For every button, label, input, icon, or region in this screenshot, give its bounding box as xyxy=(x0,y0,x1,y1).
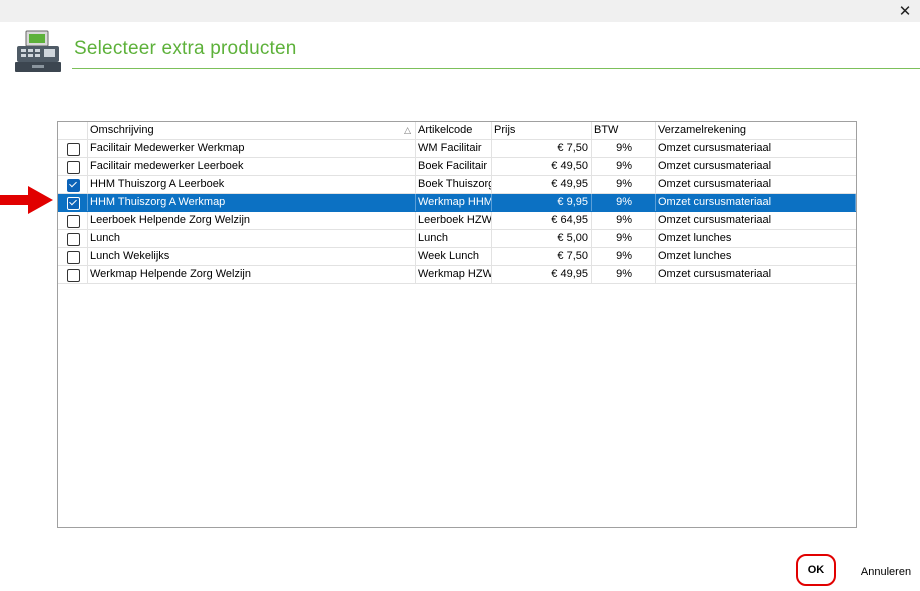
close-icon: ✕ xyxy=(898,3,912,20)
row-check-cell xyxy=(58,194,88,211)
cell-btw: 9% xyxy=(592,230,656,247)
cell-artikelcode: Werkmap HHM xyxy=(416,194,492,211)
cell-btw: 9% xyxy=(592,212,656,229)
cell-prijs: € 49,95 xyxy=(492,266,592,283)
table-row[interactable]: Facilitair medewerker Leerboek Boek Facil… xyxy=(58,158,856,176)
cell-artikelcode: Week Lunch xyxy=(416,248,492,265)
cell-omschrijving: HHM Thuiszorg A Leerboek xyxy=(88,176,416,193)
cell-omschrijving: Facilitair Medewerker Werkmap xyxy=(88,140,416,157)
cell-omschrijving: Werkmap Helpende Zorg Welzijn xyxy=(88,266,416,283)
cell-btw: 9% xyxy=(592,140,656,157)
cell-prijs: € 9,95 xyxy=(492,194,592,211)
table-row[interactable]: Lunch Lunch € 5,00 9% Omzet lunches xyxy=(58,230,856,248)
header-divider xyxy=(72,68,920,69)
table-row[interactable]: HHM Thuiszorg A Werkmap Werkmap HHM € 9,95… xyxy=(58,194,856,212)
row-checkbox[interactable] xyxy=(67,215,80,228)
sort-ascending-icon: △ xyxy=(404,125,411,135)
cell-artikelcode: WM Facilitair xyxy=(416,140,492,157)
cell-artikelcode: Werkmap HZW xyxy=(416,266,492,283)
cell-btw: 9% xyxy=(592,266,656,283)
row-checkbox[interactable] xyxy=(67,233,80,246)
cell-prijs: € 5,00 xyxy=(492,230,592,247)
title-bar: ✕ xyxy=(0,0,920,22)
cell-omschrijving: Lunch xyxy=(88,230,416,247)
row-checkbox[interactable] xyxy=(67,251,80,264)
table-row[interactable]: Facilitair Medewerker Werkmap WM Facilita… xyxy=(58,140,856,158)
cell-prijs: € 64,95 xyxy=(492,212,592,229)
cell-artikelcode: Boek Facilitair xyxy=(416,158,492,175)
cell-omschrijving: HHM Thuiszorg A Werkmap xyxy=(88,194,416,211)
close-button[interactable]: ✕ xyxy=(890,0,920,22)
row-checkbox[interactable] xyxy=(67,269,80,282)
row-checkbox[interactable] xyxy=(67,143,80,156)
cell-prijs: € 7,50 xyxy=(492,140,592,157)
cell-btw: 9% xyxy=(592,158,656,175)
column-header-btw[interactable]: BTW xyxy=(592,122,656,139)
cell-verzamelrekening: Omzet cursusmateriaal xyxy=(656,194,856,211)
column-header-omschrijving[interactable]: Omschrijving △ xyxy=(88,122,416,139)
table-row[interactable]: Werkmap Helpende Zorg Welzijn Werkmap HZW… xyxy=(58,266,856,284)
row-checkbox[interactable] xyxy=(67,197,80,210)
column-header-label: Omschrijving xyxy=(90,124,154,136)
cell-artikelcode: Lunch xyxy=(416,230,492,247)
table-row[interactable]: Lunch Wekelijks Week Lunch € 7,50 9% Omzet l… xyxy=(58,248,856,266)
cell-btw: 9% xyxy=(592,194,656,211)
row-check-cell xyxy=(58,140,88,157)
column-header-prijs[interactable]: Prijs xyxy=(492,122,592,139)
cell-verzamelrekening: Omzet cursusmateriaal xyxy=(658,178,772,190)
cell-verzamelrekening: Omzet cursusmateriaal xyxy=(658,160,772,172)
cell-btw: 9% xyxy=(592,176,656,193)
grid-header-row: Omschrijving △ Artikelcode Prijs BTW Ver… xyxy=(58,122,856,140)
cell-artikelcode: Leerboek HZW xyxy=(416,212,492,229)
cell-omschrijving: Lunch Wekelijks xyxy=(88,248,416,265)
row-check-cell xyxy=(58,248,88,265)
table-row[interactable]: Leerboek Helpende Zorg Welzijn Leerboek H… xyxy=(58,212,856,230)
cell-verzamelrekening: Omzet cursusmateriaal xyxy=(658,268,772,280)
cell-verzamelrekening: Omzet lunches xyxy=(658,232,732,244)
cell-omschrijving: Facilitair medewerker Leerboek xyxy=(88,158,416,175)
row-check-cell xyxy=(58,158,88,175)
row-check-cell xyxy=(58,266,88,283)
cell-verzamelrekening: Omzet cursusmateriaal xyxy=(658,142,772,154)
dialog-title: Selecteer extra producten xyxy=(74,38,297,59)
red-arrow-icon xyxy=(0,186,53,214)
cash-register-icon xyxy=(15,30,61,72)
table-row[interactable]: HHM Thuiszorg A Leerboek Boek Thuiszorg € … xyxy=(58,176,856,194)
cell-prijs: € 49,95 xyxy=(492,176,592,193)
cell-verzamelrekening: Omzet cursusmateriaal xyxy=(658,214,772,226)
row-checkbox[interactable] xyxy=(67,179,80,192)
row-check-cell xyxy=(58,176,88,193)
header-check-cell xyxy=(58,122,88,139)
column-header-verzamelrekening[interactable]: Verzamelrekening xyxy=(656,122,856,139)
cell-verzamelrekening: Omzet lunches xyxy=(658,250,732,262)
row-checkbox[interactable] xyxy=(67,161,80,174)
cell-prijs: € 7,50 xyxy=(492,248,592,265)
cancel-button[interactable]: Annuleren xyxy=(856,562,916,582)
column-header-artikelcode[interactable]: Artikelcode xyxy=(416,122,492,139)
cell-artikelcode: Boek Thuiszorg xyxy=(416,176,492,193)
cell-omschrijving: Leerboek Helpende Zorg Welzijn xyxy=(88,212,416,229)
row-check-cell xyxy=(58,212,88,229)
cell-btw: 9% xyxy=(592,248,656,265)
products-grid: Omschrijving △ Artikelcode Prijs BTW Ver… xyxy=(57,121,857,528)
cell-prijs: € 49,50 xyxy=(492,158,592,175)
ok-button[interactable]: OK xyxy=(796,554,836,586)
row-check-cell xyxy=(58,230,88,247)
